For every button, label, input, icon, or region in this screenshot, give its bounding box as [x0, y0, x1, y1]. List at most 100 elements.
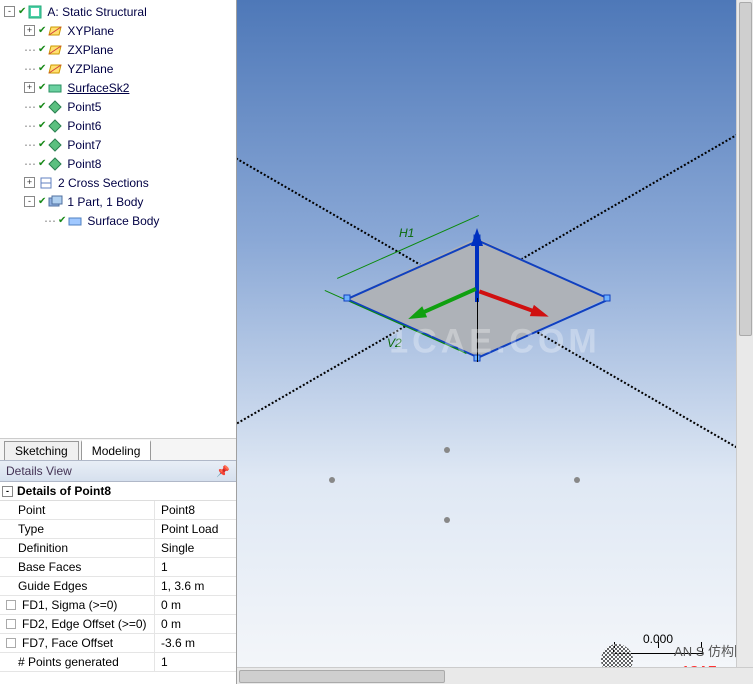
- details-grid: - Details of Point8 PointPoint8TypePoint…: [0, 482, 236, 684]
- model-icon: [27, 4, 43, 20]
- property-value[interactable]: Single: [155, 539, 236, 557]
- point-icon: [47, 137, 63, 153]
- collapse-icon[interactable]: -: [4, 6, 15, 17]
- property-label: Definition: [0, 539, 155, 557]
- property-value[interactable]: 1: [155, 653, 236, 671]
- watermark-center: 1CAE.COM: [389, 323, 600, 362]
- surface-icon: [47, 80, 63, 96]
- property-row[interactable]: DefinitionSingle: [0, 539, 236, 558]
- property-row[interactable]: FD1, Sigma (>=0)0 m: [0, 596, 236, 615]
- fd-checkbox[interactable]: [6, 638, 16, 648]
- plane-icon: [47, 23, 63, 39]
- fd-checkbox[interactable]: [6, 619, 16, 629]
- tree-label: Point6: [67, 119, 101, 133]
- load-point[interactable]: [444, 447, 450, 453]
- tab-modeling[interactable]: Modeling: [81, 440, 152, 460]
- load-point[interactable]: [574, 477, 580, 483]
- property-value[interactable]: 1: [155, 558, 236, 576]
- tab-sketching[interactable]: Sketching: [4, 441, 79, 460]
- tree-tabs: Sketching Modeling: [0, 438, 236, 460]
- property-value[interactable]: Point8: [155, 501, 236, 519]
- check-icon: ✔: [38, 101, 46, 112]
- load-point[interactable]: [329, 477, 335, 483]
- details-title: Details View: [6, 464, 72, 478]
- horizontal-scrollbar[interactable]: [237, 667, 753, 684]
- tree-item[interactable]: +✔SurfaceSk2: [0, 78, 236, 97]
- tree-item[interactable]: ⋯✔ZXPlane: [0, 40, 236, 59]
- property-value[interactable]: 1, 3.6 m: [155, 577, 236, 595]
- check-icon: ✔: [38, 63, 46, 74]
- collapse-icon[interactable]: -: [24, 196, 35, 207]
- tree-item[interactable]: ⋯✔Point5: [0, 97, 236, 116]
- tree-label: SurfaceSk2: [67, 81, 129, 95]
- property-value[interactable]: -3.6 m: [155, 634, 236, 652]
- expand-icon[interactable]: +: [24, 82, 35, 93]
- tree-label: Point7: [67, 138, 101, 152]
- tree-label: 2 Cross Sections: [58, 176, 149, 190]
- graphics-viewport[interactable]: H1 V2 1CAE.COM 0.000 AN S 仿构院 w: [237, 0, 753, 684]
- tree-connector: ⋯: [24, 138, 35, 152]
- tree-label: XYPlane: [67, 24, 114, 38]
- vertex-point[interactable]: [604, 295, 611, 302]
- cross-icon: [38, 175, 54, 191]
- property-label: FD2, Edge Offset (>=0): [0, 615, 155, 633]
- property-row[interactable]: TypePoint Load: [0, 520, 236, 539]
- check-icon: ✔: [38, 120, 46, 131]
- tree-label: Point5: [67, 100, 101, 114]
- property-value[interactable]: 0 m: [155, 596, 236, 614]
- tree-item[interactable]: ⋯✔ Point8: [0, 154, 236, 173]
- load-point[interactable]: [444, 517, 450, 523]
- property-label: Base Faces: [0, 558, 155, 576]
- plane-icon: [47, 42, 63, 58]
- tree-connector: ⋯: [24, 157, 35, 171]
- expand-icon[interactable]: +: [24, 25, 35, 36]
- check-icon: ✔: [38, 139, 46, 150]
- collapse-icon[interactable]: -: [2, 486, 13, 497]
- property-row[interactable]: Guide Edges1, 3.6 m: [0, 577, 236, 596]
- body-icon: [47, 194, 63, 210]
- tree-root-row[interactable]: - ✔ A: Static Structural: [0, 2, 236, 21]
- property-value[interactable]: Point Load: [155, 520, 236, 538]
- property-row[interactable]: Base Faces1: [0, 558, 236, 577]
- tree-label: Surface Body: [87, 214, 159, 228]
- check-icon: ✔: [58, 215, 66, 226]
- property-row[interactable]: PointPoint8: [0, 501, 236, 520]
- details-header: Details View 📌: [0, 460, 236, 482]
- sbody-icon: [67, 213, 83, 229]
- check-icon: ✔: [18, 6, 26, 17]
- property-label: Type: [0, 520, 155, 538]
- vertical-scrollbar[interactable]: [736, 0, 753, 667]
- tree-label: 1 Part, 1 Body: [67, 195, 143, 209]
- vertex-point[interactable]: [344, 295, 351, 302]
- tree-item[interactable]: ⋯✔ Surface Body: [0, 211, 236, 230]
- pin-icon[interactable]: 📌: [216, 465, 230, 478]
- property-row[interactable]: FD2, Edge Offset (>=0)0 m: [0, 615, 236, 634]
- tree-item[interactable]: ⋯✔YZPlane: [0, 59, 236, 78]
- property-row[interactable]: FD7, Face Offset-3.6 m: [0, 634, 236, 653]
- property-value[interactable]: 0 m: [155, 615, 236, 633]
- tree-item[interactable]: ⋯✔ Point6: [0, 116, 236, 135]
- tree-item[interactable]: -✔ 1 Part, 1 Body: [0, 192, 236, 211]
- tree-connector: ⋯: [24, 119, 35, 133]
- tree-item[interactable]: ⋯✔ Point7: [0, 135, 236, 154]
- tree-connector: ⋯: [44, 214, 55, 228]
- outline-tree[interactable]: - ✔ A: Static Structural +✔XYPlane⋯✔ZXPl…: [0, 0, 236, 438]
- check-icon: ✔: [38, 44, 46, 55]
- tree-connector: ⋯: [24, 43, 35, 57]
- property-label: # Points generated: [0, 653, 155, 671]
- check-icon: ✔: [38, 25, 46, 36]
- tree-item[interactable]: +2 Cross Sections: [0, 173, 236, 192]
- tree-connector: ⋯: [24, 62, 35, 76]
- check-icon: ✔: [38, 158, 46, 169]
- tree-item[interactable]: +✔ XYPlane: [0, 21, 236, 40]
- check-icon: ✔: [38, 196, 46, 207]
- point-icon: [47, 99, 63, 115]
- details-section-header[interactable]: - Details of Point8: [0, 482, 236, 501]
- tree-label: Point8: [67, 157, 101, 171]
- expand-icon[interactable]: +: [24, 177, 35, 188]
- property-label: FD7, Face Offset: [0, 634, 155, 652]
- property-row[interactable]: # Points generated1: [0, 653, 236, 672]
- fd-checkbox[interactable]: [6, 600, 16, 610]
- tree-label: A: Static Structural: [47, 5, 146, 19]
- left-panel: - ✔ A: Static Structural +✔XYPlane⋯✔ZXPl…: [0, 0, 237, 684]
